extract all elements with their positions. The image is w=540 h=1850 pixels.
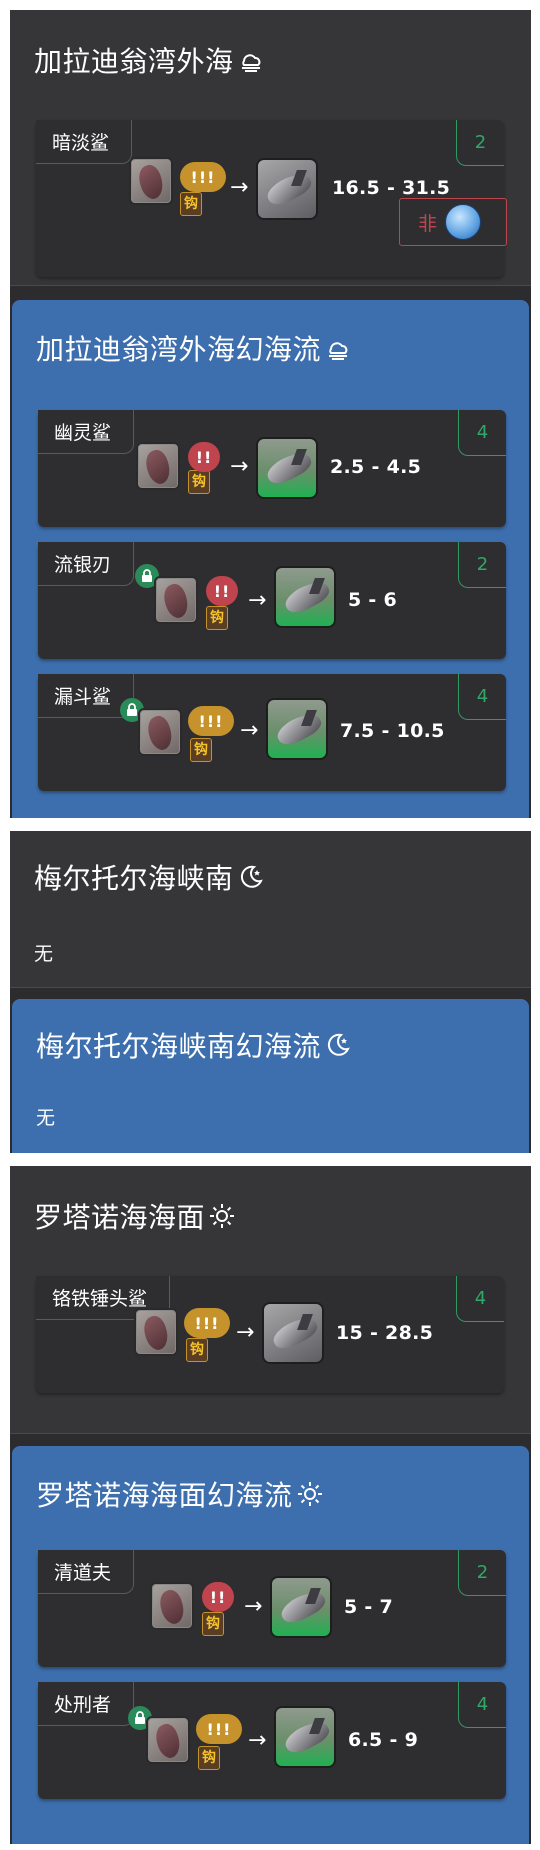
time-range: 16.5 - 31.5 [332,177,451,199]
bait-icon [146,1716,190,1764]
fish-icon [256,158,318,220]
section-title: 罗塔诺海海面幻海流 [36,1474,323,1514]
fish-card-silver-blade[interactable]: 流银刃 2 钩 !! → 5 - 6 [38,542,506,659]
fish-icon [266,698,328,760]
time-range: 5 - 6 [348,589,398,611]
fish-name-tag: 暗淡鲨 [36,120,133,164]
bait-icon [134,1308,178,1356]
crescent-moon-icon [327,1033,350,1056]
tug-strength-badge: !!! [196,1714,242,1744]
fish-name-tag: 流银刃 [38,542,135,586]
arrow-icon: → [248,588,267,613]
fish-card-chrome-hammerhead[interactable]: 铬铁锤头鲨 4 钩 !!! → 15 - 28.5 [36,1276,504,1393]
section-merlthor-south-spectral: 梅尔托尔海峡南幻海流 无 [12,999,529,1153]
count-badge: 4 [458,674,506,720]
time-range: 5 - 7 [344,1596,394,1618]
fish-card-funnel-shark[interactable]: 漏斗鲨 4 钩 !!! → 7.5 - 10.5 [38,674,506,791]
arrow-icon: → [230,454,249,479]
tug-strength-badge: !! [206,576,238,606]
tug-strength-badge: !!! [188,706,234,736]
hookset-icon: 钩 [206,606,228,630]
hookset-icon: 钩 [188,470,210,494]
hookset-icon: 钩 [186,1338,208,1362]
screenshot-panel-1: 加拉迪翁湾外海 暗淡鲨 2 钩 !!! → 16.5 - 31.5 非 加拉迪翁… [10,10,531,818]
arrow-icon: → [248,1728,267,1753]
count-badge: 4 [458,410,506,456]
section-title: 加拉迪翁湾外海 [34,40,264,80]
tug-strength-badge: !!! [184,1308,230,1338]
cloud-rain-icon [329,342,348,360]
section-rothlyt-surface: 罗塔诺海海面 铬铁锤头鲨 4 钩 !!! → 15 - 28.5 [10,1166,531,1434]
screenshot-panel-2: 梅尔托尔海峡南 无 梅尔托尔海峡南幻海流 无 [10,831,531,1153]
tug-strength-badge: !! [188,442,220,472]
sun-icon [210,1204,235,1228]
section-title: 罗塔诺海海面 [34,1196,235,1236]
count-badge: 2 [458,542,506,588]
cloud-rain-icon [241,54,260,72]
section-merlthor-south: 梅尔托尔海峡南 无 [10,831,531,988]
arrow-icon: → [240,718,259,743]
fish-card-executioner[interactable]: 处刑者 4 钩 !!! → 6.5 - 9 [38,1682,506,1799]
section-title: 梅尔托尔海峡南 [34,857,264,897]
bait-icon [154,576,198,624]
hookset-icon: 钩 [198,1746,220,1770]
fish-name-tag: 清道夫 [38,1550,135,1594]
count-badge: 4 [456,1276,504,1322]
arrow-icon: → [244,1594,263,1619]
fish-name-tag: 处刑者 [38,1682,135,1726]
section-galadion-outer: 加拉迪翁湾外海 暗淡鲨 2 钩 !!! → 16.5 - 31.5 非 [10,10,531,286]
count-badge: 2 [458,1550,506,1596]
section-galadion-outer-spectral: 加拉迪翁湾外海幻海流 幽灵鲨 4 钩 !! → 2.5 - 4.5 流银刃 2 … [12,300,529,818]
hookset-icon: 钩 [180,192,202,216]
count-badge: 2 [456,120,504,166]
weather-exclusion: 非 [399,198,507,246]
section-title: 梅尔托尔海峡南幻海流 [36,1025,351,1065]
hookset-icon: 钩 [202,1612,224,1636]
fish-icon [262,1302,324,1364]
bait-icon [138,708,182,756]
section-title: 加拉迪翁湾外海幻海流 [36,328,351,368]
arrow-icon: → [236,1320,255,1345]
fish-icon [274,566,336,628]
fish-icon [274,1706,336,1768]
fish-card-sweeper[interactable]: 清道夫 2 钩 !! → 5 - 7 [38,1550,506,1667]
empty-label: 无 [34,943,54,965]
fish-icon [270,1576,332,1638]
time-range: 6.5 - 9 [348,1729,419,1751]
bait-icon [129,157,173,205]
bait-icon [150,1582,194,1630]
tug-strength-badge: !! [202,1582,234,1612]
hookset-icon: 钩 [190,738,212,762]
empty-label: 无 [36,1107,56,1129]
crescent-moon-icon [240,865,263,888]
fish-name-tag: 幽灵鲨 [38,410,135,454]
fish-card-ghost-shark[interactable]: 幽灵鲨 4 钩 !! → 2.5 - 4.5 [38,410,506,527]
count-badge: 4 [458,1682,506,1728]
sun-icon [297,1482,322,1506]
screenshot-panel-3: 罗塔诺海海面 铬铁锤头鲨 4 钩 !!! → 15 - 28.5 罗塔诺海海面幻… [10,1166,531,1844]
section-rothlyt-surface-spectral: 罗塔诺海海面幻海流 清道夫 2 钩 !! → 5 - 7 处刑者 4 钩 !!!… [12,1446,529,1844]
arrow-icon: → [230,175,249,200]
time-range: 7.5 - 10.5 [340,720,445,742]
not-label: 非 [418,212,438,235]
tug-strength-badge: !!! [180,162,226,192]
time-range: 2.5 - 4.5 [330,456,422,478]
bait-icon [136,442,180,490]
fish-icon [256,437,318,499]
time-range: 15 - 28.5 [336,1322,434,1344]
rain-orb-icon [445,204,482,240]
